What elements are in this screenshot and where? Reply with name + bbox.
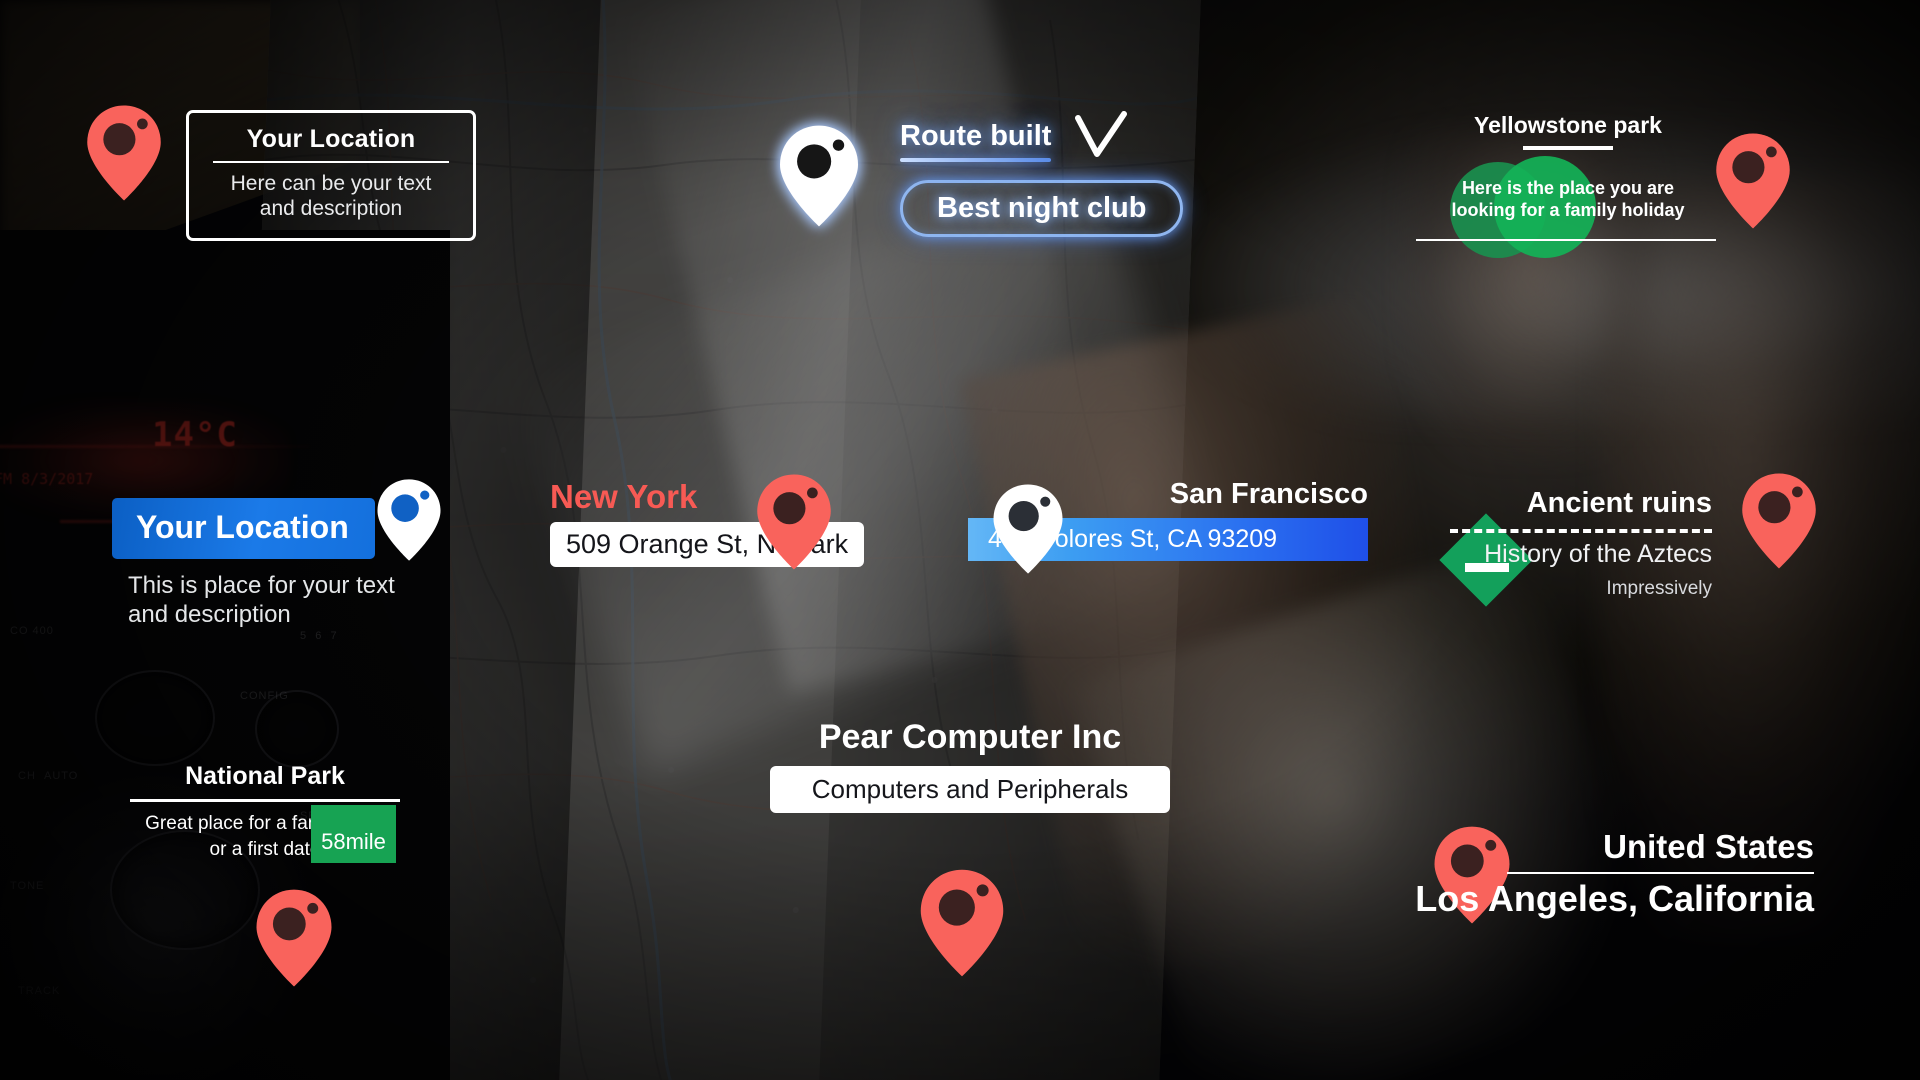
callout-united-states: United States Los Angeles, California xyxy=(1392,828,1814,920)
divider xyxy=(213,161,449,163)
route-built-title-wrap: Route built xyxy=(900,119,1052,162)
your-location-badge-line1: This is place for your text xyxy=(128,572,395,599)
callout-ancient-ruins: Ancient ruins History of the Aztecs Impr… xyxy=(1450,487,1712,600)
map-pin-white[interactable] xyxy=(992,483,1064,575)
callout-your-location-outline: Your Location Here can be your text and … xyxy=(186,110,476,241)
route-built-underline xyxy=(900,157,1052,162)
callout-yellowstone: Yellowstone park xyxy=(1418,112,1718,150)
your-location-badge[interactable]: Your Location xyxy=(112,498,375,559)
pear-computer-subtitle: Computers and Peripherals xyxy=(811,774,1129,804)
your-location-badge-line2: and description xyxy=(128,600,291,628)
map-pin-red[interactable] xyxy=(1714,132,1792,230)
ancient-ruins-title: Ancient ruins xyxy=(1526,487,1712,519)
yellowstone-line1: Here is the place you are xyxy=(1461,178,1675,198)
your-location-outline-line2: and description xyxy=(259,196,403,220)
pear-computer-subtitle-box[interactable]: Computers and Peripherals xyxy=(770,766,1170,813)
your-location-badge-label: Your Location xyxy=(136,509,349,545)
divider xyxy=(1507,872,1814,874)
route-built-header-row: Route built xyxy=(900,111,1183,167)
divider xyxy=(130,799,400,802)
your-location-outline-title: Your Location xyxy=(246,125,416,153)
divider-dashed xyxy=(1450,529,1712,533)
map-pin-red[interactable] xyxy=(918,868,1006,978)
your-location-outline-box: Your Location Here can be your text and … xyxy=(186,110,476,241)
divider xyxy=(1416,239,1716,241)
screenshot-stage: 14°C FM 8/3/2017 CO 400 5 6 7 CONFIG CH … xyxy=(0,0,1920,1080)
callout-your-location-badge: Your Location This is place for your tex… xyxy=(112,498,395,630)
callout-yellowstone-text: Here is the place you are looking for a … xyxy=(1418,178,1718,222)
divider xyxy=(1523,146,1613,150)
map-pin-white-glow[interactable] xyxy=(778,124,860,228)
national-park-distance: 58mile xyxy=(321,829,386,854)
national-park-distance-badge: 58mile xyxy=(311,805,396,863)
map-pin-red[interactable] xyxy=(85,104,163,202)
your-location-outline-line1: Here can be your text xyxy=(230,172,432,195)
check-icon xyxy=(1073,110,1129,167)
united-states-title: United States xyxy=(1603,828,1814,865)
map-pin-red[interactable] xyxy=(755,473,833,571)
national-park-title: National Park xyxy=(185,762,345,790)
pear-computer-title: Pear Computer Inc xyxy=(818,718,1122,756)
yellowstone-title: Yellowstone park xyxy=(1474,112,1662,138)
best-night-club-label: Best night club xyxy=(937,192,1147,224)
map-pin-red[interactable] xyxy=(254,888,334,988)
map-pin-white[interactable] xyxy=(376,478,442,562)
route-built-title: Route built xyxy=(900,119,1052,152)
callout-route-built: Route built Best night club xyxy=(900,111,1184,237)
yellowstone-line2: looking for a family holiday xyxy=(1451,199,1685,220)
callout-pear-computer: Pear Computer Inc Computers and Peripher… xyxy=(770,718,1170,813)
best-night-club-pill[interactable]: Best night club xyxy=(900,180,1184,237)
map-pin-red[interactable] xyxy=(1740,472,1818,570)
ancient-ruins-subtitle: History of the Aztecs xyxy=(1484,540,1712,568)
ancient-ruins-note: Impressively xyxy=(1606,578,1712,599)
united-states-subtitle: Los Angeles, California xyxy=(1415,878,1814,919)
